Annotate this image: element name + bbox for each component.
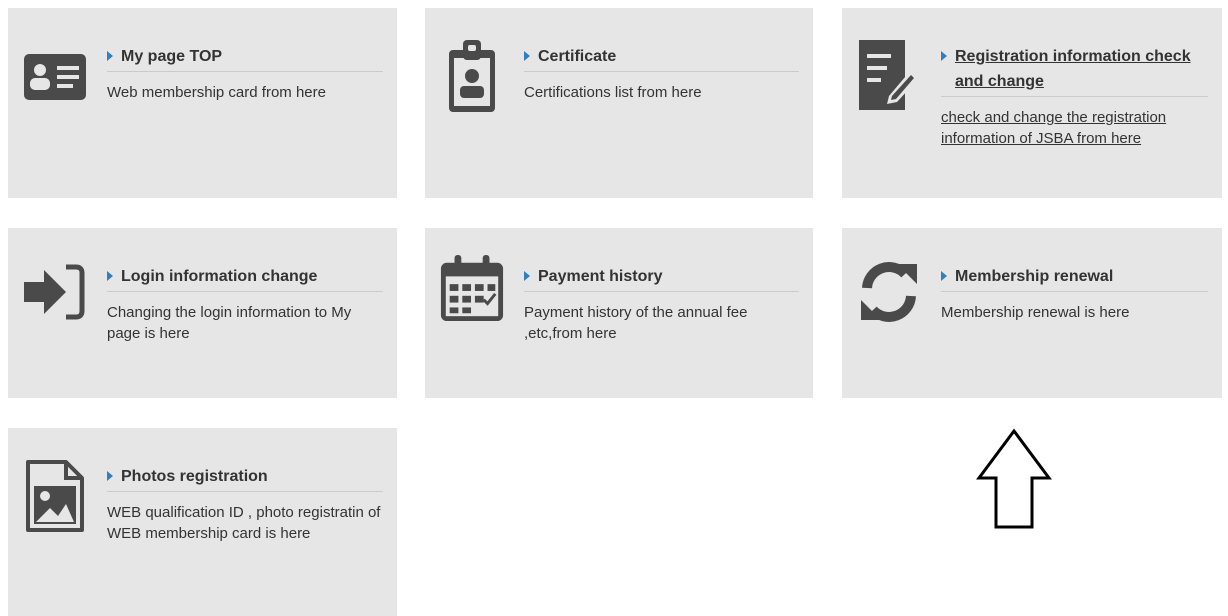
refresh-icon: [856, 260, 922, 340]
certificate-badge-icon: [439, 40, 505, 120]
card-title[interactable]: Payment history: [524, 264, 799, 292]
card-payment-history[interactable]: Payment history Payment history of the a…: [425, 228, 813, 398]
calendar-icon: [439, 255, 505, 340]
card-title[interactable]: Photos registration: [107, 464, 383, 492]
card-description: Certifications list from here: [524, 84, 702, 101]
card-login-information-change[interactable]: Login information change Changing the lo…: [8, 228, 397, 398]
up-arrow-outline-icon: [975, 428, 1053, 530]
card-description: Changing the login information to My pag…: [107, 304, 352, 342]
card-title[interactable]: Login information change: [107, 264, 383, 292]
id-card-icon: [22, 40, 88, 120]
card-title[interactable]: My page TOP: [107, 44, 383, 72]
edit-document-icon: [856, 40, 922, 120]
card-description-link[interactable]: check and change the registration inform…: [941, 107, 1208, 149]
card-title[interactable]: Registration information check and chang…: [941, 44, 1208, 97]
card-membership-renewal[interactable]: Membership renewal Membership renewal is…: [842, 228, 1222, 398]
card-title[interactable]: Certificate: [524, 44, 799, 72]
card-description: WEB qualification ID , photo registratin…: [107, 504, 381, 542]
card-photos-registration[interactable]: Photos registration WEB qualification ID…: [8, 428, 397, 616]
card-my-page-top[interactable]: My page TOP Web membership card from her…: [8, 8, 397, 198]
card-description: Payment history of the annual fee ,etc,f…: [524, 304, 748, 342]
card-registration-information[interactable]: Registration information check and chang…: [842, 8, 1222, 198]
card-certificate[interactable]: Certificate Certifications list from her…: [425, 8, 813, 198]
card-description: Web membership card from here: [107, 84, 326, 101]
sign-in-icon: [22, 260, 88, 340]
card-title[interactable]: Membership renewal: [941, 264, 1208, 292]
card-description: Membership renewal is here: [941, 304, 1130, 321]
image-file-icon: [22, 460, 88, 540]
